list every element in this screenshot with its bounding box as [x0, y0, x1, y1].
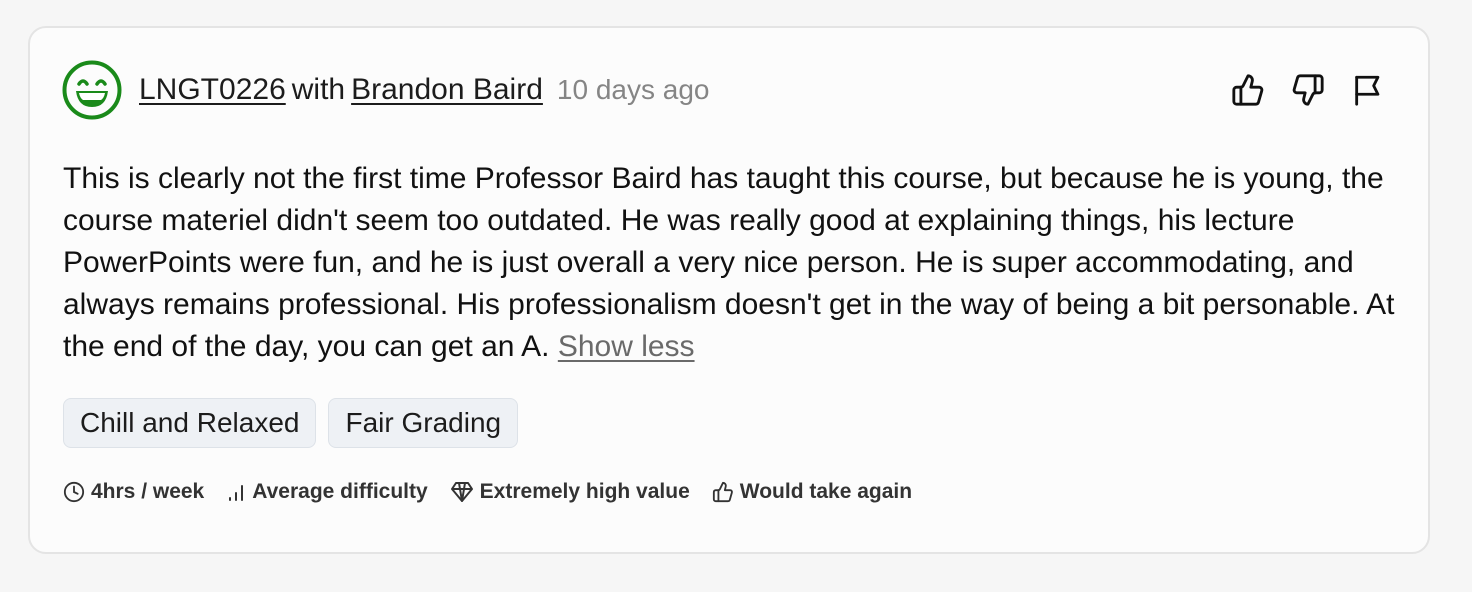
bar-chart-icon	[229, 485, 244, 501]
take-again-stat: Would take again	[712, 480, 912, 504]
difficulty-stat: Average difficulty	[226, 480, 428, 504]
thumbs-up-icon	[712, 481, 733, 503]
review-timestamp: 10 days ago	[556, 74, 710, 105]
with-label: with	[291, 73, 346, 106]
review-stats: 4hrs / week Average difficulty Extremely…	[63, 480, 912, 504]
thumbs-up-icon	[1232, 74, 1264, 106]
downvote-button[interactable]	[1290, 72, 1326, 108]
review-body: This is clearly not the first time Profe…	[63, 158, 1403, 368]
workload-label: 4hrs / week	[91, 480, 205, 503]
report-button[interactable]	[1350, 72, 1386, 108]
review-text: This is clearly not the first time Profe…	[63, 162, 1395, 363]
clock-icon	[63, 481, 85, 503]
take-again-label: Would take again	[739, 480, 913, 503]
course-code-link[interactable]: LNGT0226	[139, 73, 286, 106]
review-tags: Chill and Relaxed Fair Grading	[63, 398, 519, 448]
professor-link[interactable]: Brandon Baird	[351, 73, 543, 106]
review-header: LNGT0226 with Brandon Baird 10 days ago	[139, 70, 709, 110]
grinning-face-icon	[62, 60, 122, 120]
review-actions	[1230, 72, 1386, 108]
tag-item: Fair Grading	[328, 398, 519, 448]
difficulty-label: Average difficulty	[252, 480, 428, 503]
value-stat: Extremely high value	[450, 480, 690, 504]
thumbs-down-icon	[1292, 74, 1324, 106]
review-card: LNGT0226 with Brandon Baird 10 days ago Thi…	[28, 26, 1430, 554]
upvote-button[interactable]	[1230, 72, 1266, 108]
value-label: Extremely high value	[479, 480, 690, 503]
diamond-icon	[450, 482, 473, 502]
tag-item: Chill and Relaxed	[63, 398, 317, 448]
workload-stat: 4hrs / week	[63, 480, 204, 504]
flag-icon	[1355, 75, 1380, 106]
show-less-link[interactable]: Show less	[558, 330, 695, 363]
